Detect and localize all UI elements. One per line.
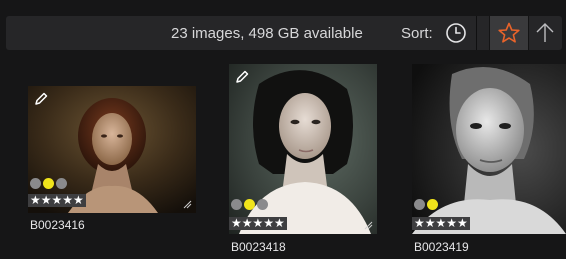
sort-label: Sort: [401, 25, 433, 42]
toolbar-divider [476, 16, 477, 50]
arrow-up-icon [536, 23, 553, 42]
status-text: 23 images, 498 GB available [171, 25, 363, 42]
thumbnail-caption: B0023416 [30, 218, 85, 232]
color-label-gray[interactable] [257, 199, 268, 210]
color-labels[interactable] [30, 178, 67, 189]
color-label-gray[interactable] [414, 199, 425, 210]
sort-by-rating-button[interactable] [489, 16, 529, 50]
color-label-gray[interactable] [56, 178, 67, 189]
thumbnail-caption: B0023418 [231, 240, 286, 254]
thumbnail-3[interactable]: ★★★★★ B0023419 [412, 64, 566, 256]
thumbnail-caption: B0023419 [414, 240, 469, 254]
star-rating[interactable]: ★★★★★ [229, 217, 287, 230]
color-label-gray[interactable] [30, 178, 41, 189]
resize-handle-icon[interactable] [363, 220, 373, 230]
color-labels[interactable] [414, 199, 438, 210]
clock-icon [446, 23, 466, 43]
resize-handle-icon[interactable] [182, 199, 192, 209]
thumbnail-2[interactable]: ★★★★★ B0023418 [229, 64, 379, 256]
color-label-yellow[interactable] [427, 199, 438, 210]
color-labels[interactable] [231, 199, 268, 210]
thumbnail-1[interactable]: ★★★★★ B0023416 [28, 86, 198, 236]
star-rating[interactable]: ★★★★★ [412, 217, 470, 230]
star-icon [498, 22, 520, 43]
edit-pencil-icon [35, 92, 48, 105]
color-label-yellow[interactable] [244, 199, 255, 210]
browser-panel: 23 images, 498 GB available Sort: ★★★★★ … [0, 0, 566, 259]
star-rating[interactable]: ★★★★★ [28, 194, 86, 207]
edit-pencil-icon [236, 70, 249, 83]
sort-order-button[interactable] [527, 16, 562, 50]
sort-by-time-button[interactable] [438, 16, 474, 50]
color-label-yellow[interactable] [43, 178, 54, 189]
color-label-gray[interactable] [231, 199, 242, 210]
toolbar: 23 images, 498 GB available Sort: [6, 16, 562, 50]
